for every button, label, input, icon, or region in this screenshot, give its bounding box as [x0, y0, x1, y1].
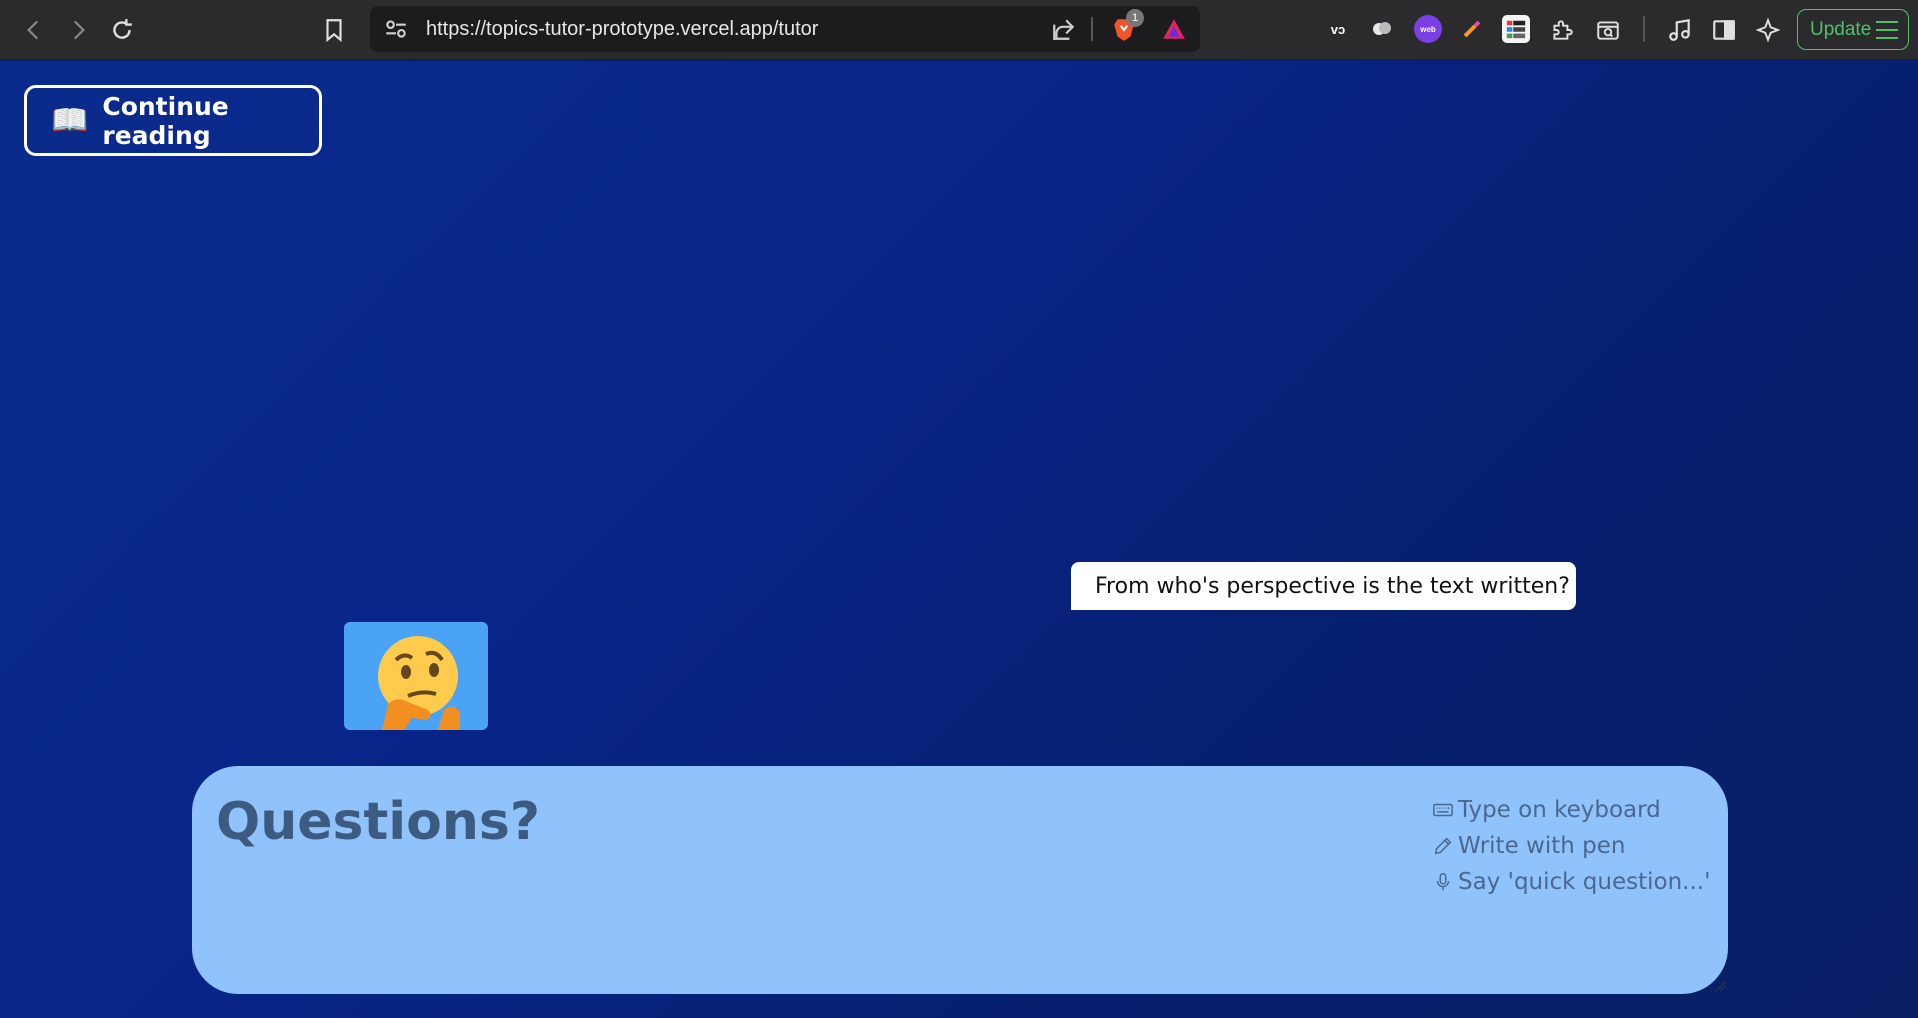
- resize-grip-icon[interactable]: [1714, 980, 1726, 992]
- brave-rewards-button[interactable]: [1156, 11, 1192, 47]
- continue-reading-button[interactable]: 📖 Continue reading: [24, 85, 322, 156]
- thinking-face-icon: [378, 636, 460, 730]
- menu-hamburger-icon: [1876, 21, 1898, 39]
- back-arrow-icon: [27, 20, 39, 40]
- open-book-icon: 📖: [51, 102, 89, 138]
- thinking-face-avatar: [344, 622, 488, 730]
- extensions-button[interactable]: [1544, 12, 1580, 48]
- forward-button[interactable]: [60, 12, 96, 48]
- address-bar[interactable]: https://topics-tutor-prototype.vercel.ap…: [370, 6, 1200, 52]
- sidebar-icon: [1713, 20, 1735, 40]
- sparkle-star-icon: [1755, 17, 1781, 43]
- hint-voice-label: Say 'quick question...': [1458, 869, 1711, 895]
- reload-button[interactable]: [104, 12, 140, 48]
- music-note-icon: [1669, 18, 1690, 41]
- question-input[interactable]: Questions? Type on keyboard Write with p…: [192, 766, 1728, 994]
- chat-bubble: From who's perspective is the text writt…: [1071, 562, 1576, 610]
- toolbar-divider: [1643, 16, 1645, 42]
- url-separator: [1091, 17, 1093, 41]
- vd-icon[interactable]: vↄ: [1324, 15, 1352, 43]
- shields-badge: 1: [1126, 9, 1144, 27]
- screenshot-search-icon: [1597, 21, 1619, 40]
- sidebar-toggle-button[interactable]: [1706, 12, 1742, 48]
- reload-icon: [113, 19, 132, 39]
- site-settings-button[interactable]: [378, 11, 414, 47]
- browser-toolbar: https://topics-tutor-prototype.vercel.ap…: [0, 0, 1918, 60]
- microphone-icon: [1436, 873, 1450, 891]
- input-hints: Type on keyboard Write with pen Say 'qui…: [1432, 792, 1710, 900]
- app-grid-extension-icon[interactable]: [1502, 15, 1530, 43]
- hint-pen-label: Write with pen: [1458, 833, 1626, 859]
- brave-shields-button[interactable]: 1: [1106, 9, 1144, 47]
- cloud-extension-icon[interactable]: [1368, 15, 1396, 43]
- continue-reading-label: Continue reading: [102, 91, 229, 150]
- share-icon: [1053, 19, 1075, 40]
- hint-pen: Write with pen: [1432, 828, 1710, 864]
- share-button[interactable]: [1046, 11, 1082, 47]
- update-label: Update: [1810, 18, 1872, 40]
- tutor-page: 📖 Continue reading From who's perspectiv…: [0, 61, 1918, 1018]
- pen-icon: [1434, 837, 1452, 855]
- media-button[interactable]: [1662, 12, 1698, 48]
- leo-ai-button[interactable]: [1750, 12, 1786, 48]
- brave-rewards-triangle-icon: [1163, 19, 1185, 39]
- screenshot-search-button[interactable]: [1590, 12, 1626, 48]
- url-text: https://topics-tutor-prototype.vercel.ap…: [426, 18, 819, 40]
- hint-voice: Say 'quick question...': [1432, 864, 1710, 900]
- puzzle-extensions-icon: [1553, 20, 1573, 40]
- keyboard-icon: [1433, 803, 1453, 817]
- question-placeholder: Questions?: [216, 792, 540, 852]
- color-picker-icon[interactable]: [1458, 15, 1486, 43]
- hint-keyboard: Type on keyboard: [1432, 792, 1710, 828]
- back-button[interactable]: [16, 12, 52, 48]
- update-button[interactable]: Update: [1797, 9, 1909, 50]
- forward-arrow-icon: [73, 20, 85, 40]
- bookmark-icon: [326, 19, 342, 43]
- chat-bubble-text: From who's perspective is the text writt…: [1095, 573, 1570, 599]
- bookmark-button[interactable]: [316, 12, 352, 48]
- site-settings-icon: [386, 20, 406, 38]
- hint-keyboard-label: Type on keyboard: [1458, 797, 1661, 823]
- web-to-figma-icon[interactable]: web: [1414, 15, 1442, 43]
